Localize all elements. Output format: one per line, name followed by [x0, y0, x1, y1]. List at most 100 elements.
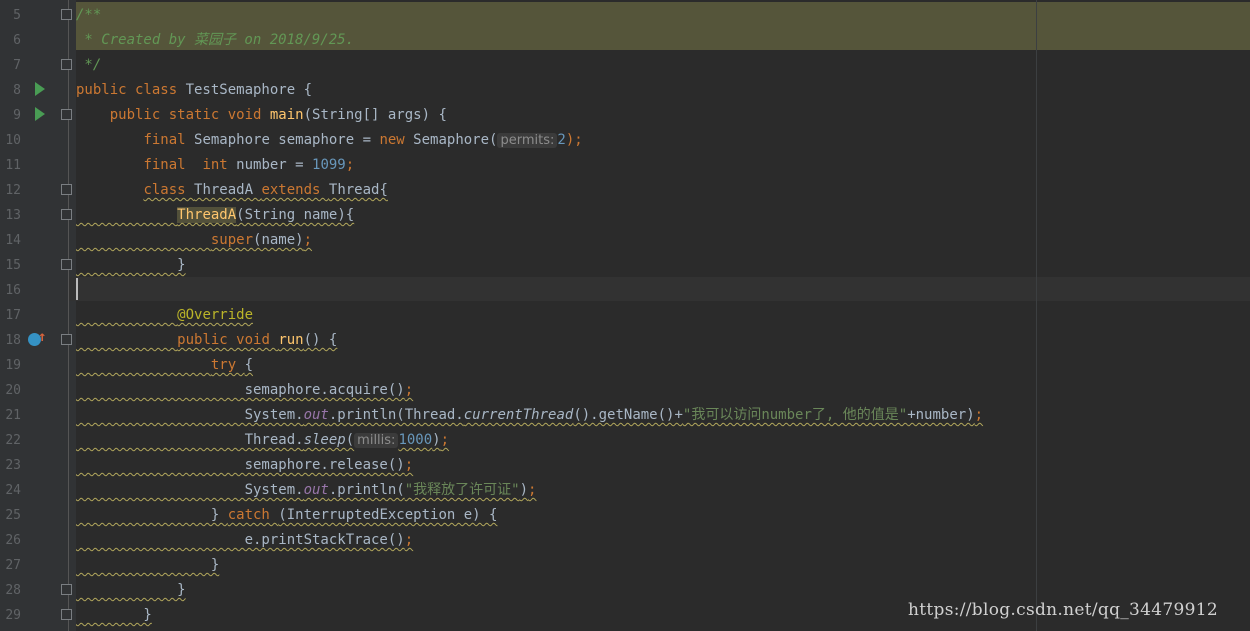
code-token: semaphore.acquire() — [76, 382, 405, 398]
code-token: (String name){ — [236, 207, 355, 223]
code-text: @Override — [76, 303, 253, 328]
code-line[interactable]: 15 } — [0, 253, 1250, 278]
line-number: 10 — [5, 133, 21, 148]
code-line[interactable]: 27 } — [0, 553, 1250, 578]
code-token: out — [303, 482, 329, 498]
code-token: @Override — [177, 307, 254, 323]
run-icon[interactable] — [35, 107, 45, 121]
code-token: public void — [177, 332, 279, 348]
code-token: ThreadA — [194, 182, 262, 198]
code-text: /** — [76, 3, 101, 28]
code-token: run — [278, 332, 304, 348]
code-token: ); — [565, 132, 583, 148]
code-line[interactable]: 18 public void run() { — [0, 328, 1250, 353]
code-token: public static void — [109, 107, 270, 123]
code-token: 1000 — [398, 432, 433, 448]
code-token: System. — [76, 407, 304, 423]
parameter-hint: millis: — [354, 433, 399, 448]
code-token: extends — [261, 182, 329, 198]
code-token: public class — [76, 82, 186, 98]
code-line[interactable]: 22 Thread.sleep(millis: 1000); — [0, 428, 1250, 453]
code-line[interactable]: 12 class ThreadA extends Thread{ — [0, 178, 1250, 203]
code-line[interactable]: 19 try { — [0, 353, 1250, 378]
code-text: class ThreadA extends Thread{ — [76, 178, 387, 203]
code-line[interactable]: 14 super(name); — [0, 228, 1250, 253]
code-text: final int number = 1099; — [76, 153, 354, 178]
code-line[interactable]: 21 System.out.println(Thread.currentThre… — [0, 403, 1250, 428]
line-number: 23 — [5, 458, 21, 473]
code-line[interactable]: 13 ThreadA(String name){ — [0, 203, 1250, 228]
line-number: 11 — [5, 158, 21, 173]
code-token: +number) — [907, 407, 975, 423]
code-token: } — [76, 507, 228, 523]
code-text: try { — [76, 353, 253, 378]
code-line[interactable]: 9 public static void main(String[] args)… — [0, 103, 1250, 128]
code-line[interactable]: 16 — [0, 278, 1250, 303]
text-caret — [76, 278, 78, 300]
code-token: ; — [404, 457, 414, 473]
code-line[interactable]: 23 semaphore.release(); — [0, 453, 1250, 478]
code-token: ; — [404, 382, 414, 398]
code-text: } — [76, 578, 186, 603]
code-text: Thread.sleep(millis: 1000); — [76, 428, 449, 453]
code-line[interactable]: 8 public class TestSemaphore { — [0, 78, 1250, 103]
implements-arrow-icon[interactable]: ↑ — [38, 329, 46, 345]
code-text: super(name); — [76, 228, 312, 253]
code-line[interactable]: 24 System.out.println("我释放了许可证"); — [0, 478, 1250, 503]
code-line[interactable]: 7 */ — [0, 53, 1250, 78]
code-line[interactable]: 20 semaphore.acquire(); — [0, 378, 1250, 403]
code-token: final — [143, 132, 195, 148]
code-editor[interactable]: 5/** 6 * Created by 菜园子 on 2018/9/25. 7 */… — [0, 0, 1250, 631]
code-line[interactable]: 6 * Created by 菜园子 on 2018/9/25. — [0, 28, 1250, 53]
fold-marker-icon[interactable] — [61, 259, 72, 270]
fold-marker-icon[interactable] — [61, 584, 72, 595]
code-token: .println( — [328, 482, 405, 498]
fold-marker-icon[interactable] — [61, 109, 72, 120]
line-number: 9 — [13, 108, 21, 123]
code-text: */ — [76, 53, 101, 78]
code-line[interactable]: 17 @Override — [0, 303, 1250, 328]
line-number: 29 — [5, 608, 21, 623]
code-token: ; — [303, 232, 313, 248]
code-token: main — [269, 107, 304, 123]
line-number: 22 — [5, 433, 21, 448]
line-number: 19 — [5, 358, 21, 373]
run-icon[interactable] — [35, 82, 45, 96]
code-token: ; — [345, 157, 355, 173]
fold-marker-icon[interactable] — [61, 334, 72, 345]
line-number: 20 — [5, 383, 21, 398]
code-token: { — [244, 357, 254, 373]
code-line[interactable]: 10 final Semaphore semaphore = new Semap… — [0, 128, 1250, 153]
code-line[interactable]: 5 /** — [0, 3, 1250, 28]
code-line[interactable]: 25 } catch (InterruptedException e) { — [0, 503, 1250, 528]
code-token: ThreadA — [177, 207, 237, 223]
fold-marker-icon[interactable] — [61, 209, 72, 220]
code-token: "我释放了许可证" — [404, 482, 520, 498]
fold-marker-icon[interactable] — [61, 184, 72, 195]
code-token: ( — [345, 432, 355, 448]
code-token: number = — [236, 157, 313, 173]
code-token: () { — [303, 332, 338, 348]
fold-marker-icon[interactable] — [61, 9, 72, 20]
code-token: } — [76, 557, 220, 573]
fold-marker-icon[interactable] — [61, 609, 72, 620]
line-number: 7 — [13, 58, 21, 73]
fold-marker-icon[interactable] — [61, 59, 72, 70]
code-line[interactable]: 11 final int number = 1099; — [0, 153, 1250, 178]
code-token: } — [76, 582, 186, 598]
code-token: semaphore.release() — [76, 457, 405, 473]
code-token: ; — [528, 482, 537, 498]
code-token: ; — [404, 532, 414, 548]
code-line[interactable]: 26 e.printStackTrace(); — [0, 528, 1250, 553]
line-number: 15 — [5, 258, 21, 273]
code-token: } — [76, 257, 186, 273]
code-text: } — [76, 553, 219, 578]
code-token: /** — [76, 7, 102, 23]
code-token: (InterruptedException e) { — [278, 507, 498, 523]
code-token: new — [379, 132, 414, 148]
code-token: ; — [440, 432, 450, 448]
code-token: 2 — [557, 132, 566, 148]
line-number: 25 — [5, 508, 21, 523]
